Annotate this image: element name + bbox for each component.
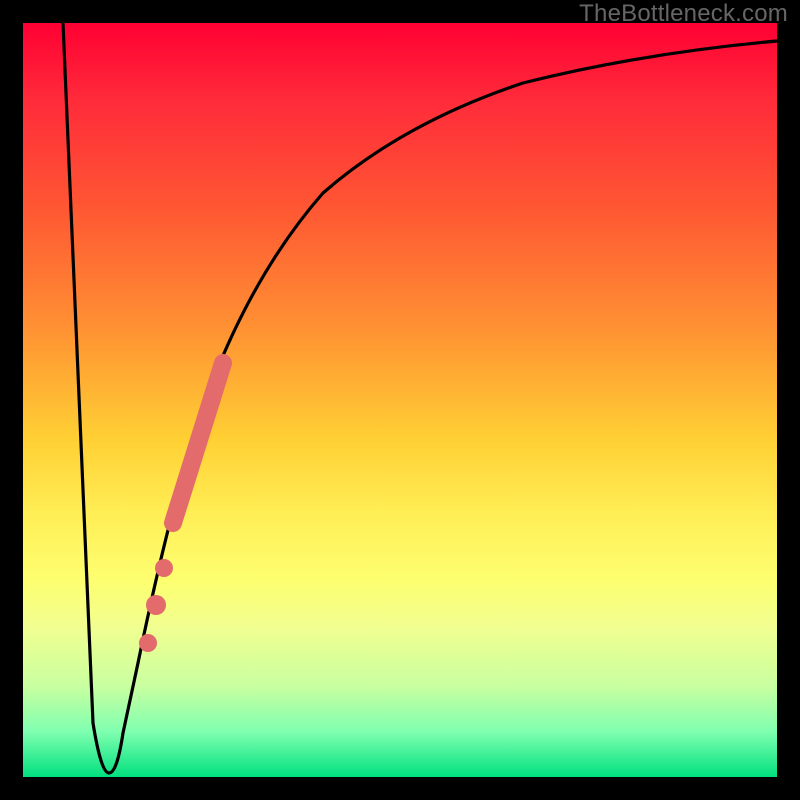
highlight-segment: [173, 363, 223, 523]
curve-svg: [23, 23, 777, 777]
marker-dot-3: [139, 634, 157, 652]
plot-area: [23, 23, 777, 777]
chart-frame: TheBottleneck.com: [0, 0, 800, 800]
marker-dot-1: [155, 559, 173, 577]
bottleneck-curve-path: [63, 23, 777, 773]
marker-dot-2: [146, 595, 166, 615]
